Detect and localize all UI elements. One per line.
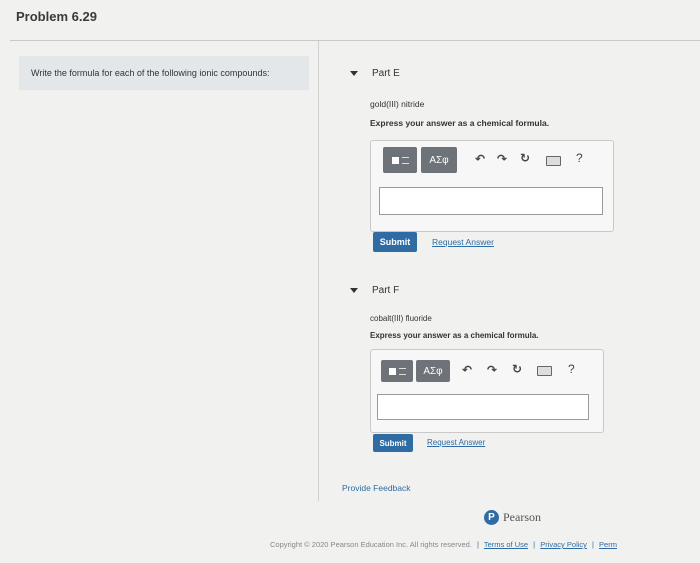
- page-title: Problem 6.29: [16, 9, 97, 24]
- reset-icon[interactable]: ↻: [520, 151, 530, 165]
- undo-icon[interactable]: ↶: [462, 363, 472, 377]
- part-e-prompt: Express your answer as a chemical formul…: [370, 118, 550, 128]
- keyboard-icon[interactable]: [537, 366, 552, 376]
- reset-icon[interactable]: ↻: [512, 362, 522, 376]
- pearson-logo-icon: P: [484, 510, 499, 525]
- redo-icon[interactable]: ↷: [497, 152, 507, 166]
- footer-separator: |: [476, 540, 479, 549]
- part-f-header[interactable]: Part F: [350, 285, 399, 296]
- part-f-prompt: Express your answer as a chemical formul…: [370, 331, 539, 340]
- copyright-text: Copyright © 2020 Pearson Education Inc. …: [270, 540, 472, 549]
- part-f-compound: cobalt(III) fluoride: [370, 314, 432, 323]
- terms-of-use-link[interactable]: Terms of Use: [484, 540, 528, 549]
- help-icon[interactable]: ?: [568, 362, 575, 376]
- permissions-link[interactable]: Perm: [599, 540, 617, 549]
- left-column: [10, 41, 319, 501]
- instruction-text: Write the formula for each of the follow…: [19, 56, 309, 90]
- part-f-editor: ΑΣφ ↶ ↷ ↻ ?: [370, 349, 604, 433]
- part-e-editor: ΑΣφ ↶ ↷ ↻ ?: [370, 140, 614, 232]
- footer-separator: |: [533, 540, 536, 549]
- part-f-label: Part F: [372, 285, 400, 296]
- part-e-label: Part E: [372, 68, 400, 79]
- part-f-submit-button[interactable]: Submit: [373, 434, 413, 452]
- part-e-submit-button[interactable]: Submit: [373, 232, 417, 252]
- collapse-caret-icon[interactable]: [350, 71, 358, 76]
- provide-feedback-link[interactable]: Provide Feedback: [342, 483, 411, 493]
- part-e-answer-input[interactable]: [379, 187, 603, 215]
- help-icon[interactable]: ?: [576, 151, 583, 165]
- keyboard-icon[interactable]: [546, 156, 561, 166]
- greek-symbols-button[interactable]: ΑΣφ: [421, 147, 457, 173]
- collapse-caret-icon[interactable]: [350, 288, 358, 293]
- part-f-request-answer-link[interactable]: Request Answer: [427, 438, 485, 447]
- part-e-header[interactable]: Part E: [350, 68, 400, 79]
- part-e-request-answer-link[interactable]: Request Answer: [432, 237, 494, 247]
- greek-symbols-button[interactable]: ΑΣφ: [416, 360, 450, 382]
- template-icon[interactable]: [381, 360, 413, 382]
- part-e-compound: gold(III) nitride: [370, 99, 425, 109]
- redo-icon[interactable]: ↷: [487, 363, 497, 377]
- pearson-name: Pearson: [503, 510, 541, 524]
- part-f-answer-input[interactable]: [377, 394, 589, 420]
- template-icon[interactable]: [383, 147, 417, 173]
- footer-separator: |: [592, 540, 594, 549]
- privacy-policy-link[interactable]: Privacy Policy: [540, 540, 587, 549]
- undo-icon[interactable]: ↶: [475, 152, 485, 166]
- footer: Copyright © 2020 Pearson Education Inc. …: [270, 540, 617, 549]
- pearson-brand[interactable]: P Pearson: [484, 510, 541, 525]
